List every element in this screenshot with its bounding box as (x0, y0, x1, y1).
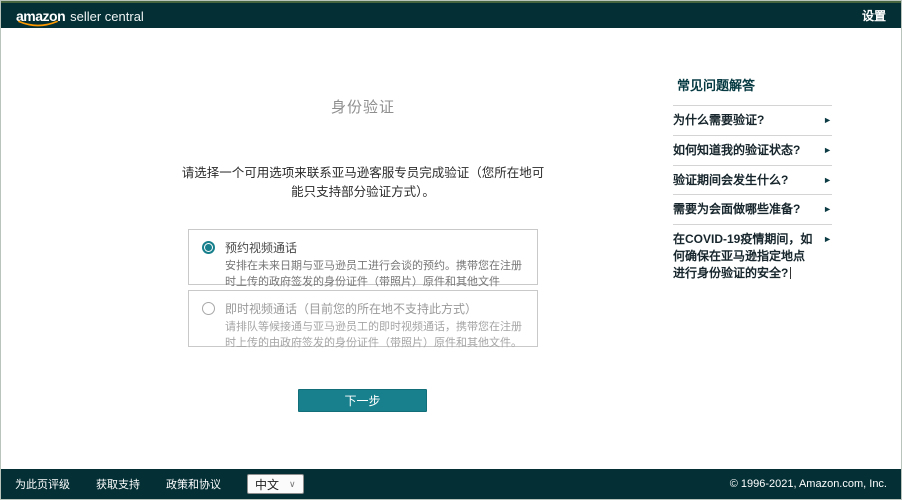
language-dropdown[interactable]: 中文 ∨ (247, 474, 304, 494)
next-step-button[interactable]: 下一步 (298, 389, 427, 412)
option-scheduled-video-call[interactable]: 预约视频通话 安排在未来日期与亚马逊员工进行会谈的预约。携带您在注册时上传的政府… (188, 229, 538, 285)
seller-central-label: seller central (70, 9, 144, 24)
amazon-smile-icon (17, 20, 59, 28)
radio-unselected-icon[interactable] (202, 302, 215, 315)
footer-link-rate-page[interactable]: 为此页评级 (15, 476, 70, 492)
faq-item-label: 在COVID-19疫情期间，如何确保在亚马逊指定地点进行身份验证的安全? (673, 231, 814, 281)
faq-item-what-happens[interactable]: 验证期间会发生什么? ► (673, 166, 832, 196)
arrow-right-icon: ► (820, 142, 832, 155)
footer-link-get-support[interactable]: 获取支持 (96, 476, 140, 492)
faq-item-label: 验证期间会发生什么? (673, 172, 814, 189)
radio-selected-icon[interactable] (202, 241, 215, 254)
chevron-down-icon: ∨ (289, 479, 296, 490)
option-title: 即时视频通话（目前您的所在地不支持此方式） (225, 300, 525, 317)
footer-bar: 为此页评级 获取支持 政策和协议 中文 ∨ © 1996-2021, Amazo… (1, 469, 901, 499)
top-navbar: amazon seller central 设置 (1, 1, 901, 28)
page-title: 身份验证 (188, 96, 538, 117)
language-selected-value: 中文 (255, 476, 279, 493)
faq-item-label: 为什么需要验证? (673, 112, 814, 129)
footer-link-policies[interactable]: 政策和协议 (166, 476, 221, 492)
instruction-text: 请选择一个可用选项来联系亚马逊客服专员完成验证（您所在地可能只支持部分验证方式）… (180, 164, 546, 203)
faq-title: 常见问题解答 (673, 73, 832, 106)
option-description: 安排在未来日期与亚马逊员工进行会谈的预约。携带您在注册时上传的政府签发的身份证件… (225, 259, 525, 291)
amazon-logo-text: amazon (16, 8, 65, 24)
faq-item-why-verify[interactable]: 为什么需要验证? ► (673, 106, 832, 136)
faq-item-label: 需要为会面做哪些准备? (673, 201, 814, 218)
arrow-right-icon: ► (820, 201, 832, 214)
arrow-right-icon: ► (820, 172, 832, 185)
text-cursor (790, 267, 791, 279)
option-title: 预约视频通话 (225, 239, 525, 256)
faq-item-covid-safety[interactable]: 在COVID-19疫情期间，如何确保在亚马逊指定地点进行身份验证的安全? ► (673, 225, 832, 287)
option-description: 请排队等候接通与亚马逊员工的即时视频通话，携带您在注册时上传的由政府签发的身份证… (225, 320, 525, 352)
copyright-text: © 1996-2021, Amazon.com, Inc. (730, 478, 887, 490)
arrow-right-icon: ► (820, 231, 832, 244)
arrow-right-icon: ► (820, 112, 832, 125)
faq-sidebar: 常见问题解答 为什么需要验证? ► 如何知道我的验证状态? ► 验证期间会发生什… (673, 73, 832, 288)
settings-link[interactable]: 设置 (862, 7, 886, 24)
faq-item-label: 如何知道我的验证状态? (673, 142, 814, 159)
identity-verification-page: { "topbar": { "logo_amazon": "amazon", "… (0, 0, 902, 500)
option-instant-video-call[interactable]: 即时视频通话（目前您的所在地不支持此方式） 请排队等候接通与亚马逊员工的即时视频… (188, 290, 538, 347)
amazon-seller-central-logo[interactable]: amazon seller central (16, 8, 144, 24)
faq-item-verification-status[interactable]: 如何知道我的验证状态? ► (673, 136, 832, 166)
faq-item-meeting-preparation[interactable]: 需要为会面做哪些准备? ► (673, 195, 832, 225)
